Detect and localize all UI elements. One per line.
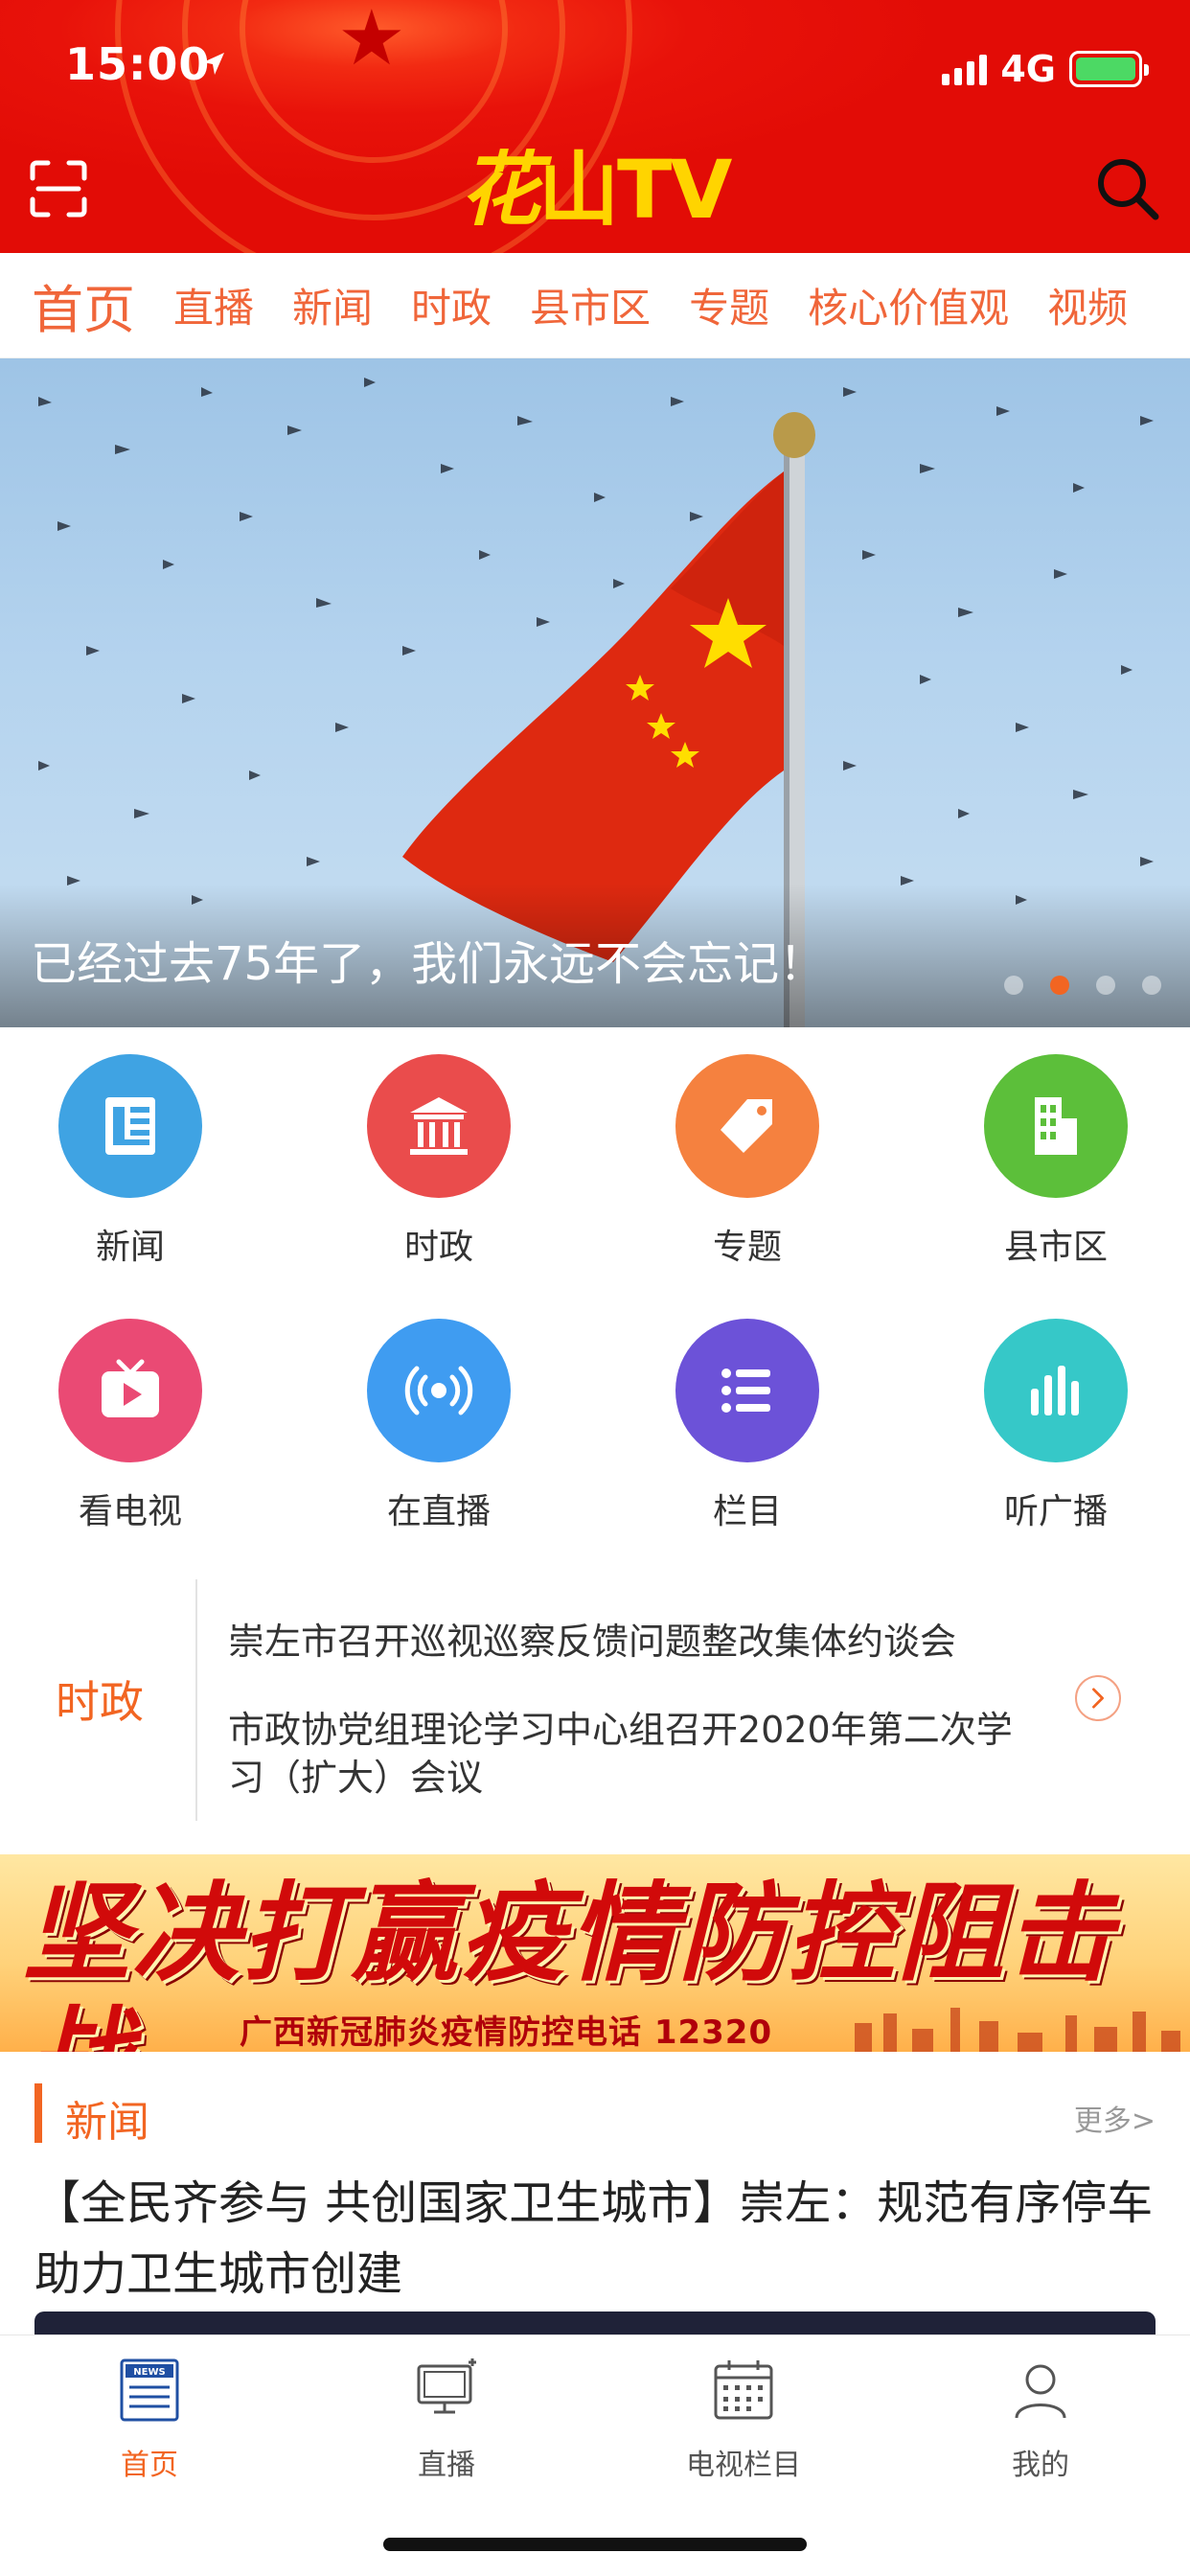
bottom-tab-live[interactable]: 直播 — [332, 2357, 561, 2483]
section-accent-bar — [34, 2083, 42, 2143]
tab-topics[interactable]: 专题 — [689, 276, 769, 334]
building-icon — [984, 1054, 1128, 1198]
hero-banner[interactable]: 已经过去75年了，我们永远不会忘记！ — [0, 358, 1190, 1027]
broadcast-icon — [367, 1319, 511, 1462]
grid-item-counties[interactable]: 县市区 — [960, 1054, 1152, 1269]
news-section-header: 新闻 更多> — [0, 2080, 1190, 2147]
city-skyline-image — [855, 2008, 1180, 2052]
signal-icon — [942, 53, 988, 85]
ticker-headline[interactable]: 市政协党组理论学习中心组召开2020年第二次学习（扩大）会议 — [228, 1706, 1019, 1802]
tab-live[interactable]: 直播 — [173, 276, 254, 334]
epidemic-banner-subtitle: 广西新冠肺炎疫情防控电话 12320 — [240, 2013, 773, 2052]
grid-item-topics[interactable]: 专题 — [652, 1054, 843, 1269]
grid-label: 听广播 — [1003, 1492, 1108, 1531]
grid-label: 时政 — [403, 1228, 473, 1267]
grid-item-news[interactable]: 新闻 — [34, 1054, 226, 1269]
ticker-headline[interactable]: 崇左市召开巡视巡察反馈问题整改集体约谈会 — [228, 1618, 1019, 1666]
monitor-icon — [417, 2358, 476, 2414]
government-icon — [367, 1054, 511, 1198]
pagination-dot[interactable] — [1004, 976, 1023, 995]
location-arrow-icon — [203, 53, 224, 75]
tab-core-values[interactable]: 核心价值观 — [808, 276, 1009, 334]
politics-ticker[interactable]: 时政 崇左市召开巡视巡察反馈问题整改集体约谈会 市政协党组理论学习中心组召开20… — [0, 1572, 1190, 1821]
bars-icon — [984, 1319, 1128, 1462]
tab-home[interactable]: 首页 — [32, 267, 135, 343]
ticker-label: 时政 — [56, 1676, 144, 1728]
channel-tabs: 首页 直播 新闻 时政 县市区 专题 核心价值观 视频 — [0, 253, 1190, 358]
pagination-dot-active[interactable] — [1050, 976, 1069, 995]
bottom-tab-label: 直播 — [418, 2449, 475, 2482]
grid-label: 专题 — [712, 1228, 782, 1267]
home-indicator[interactable] — [383, 2538, 807, 2551]
app-header: ★ 15:00 4G 花山TV — [0, 0, 1190, 253]
scan-icon[interactable] — [29, 159, 88, 218]
tv-icon — [58, 1319, 202, 1462]
user-icon — [1015, 2364, 1066, 2419]
chevron-right-icon[interactable] — [1075, 1675, 1121, 1721]
news-icon — [58, 1054, 202, 1198]
search-icon[interactable] — [1094, 155, 1161, 222]
logo-part1: 花 — [460, 143, 540, 237]
status-indicators: 4G — [942, 48, 1149, 90]
grid-item-columns[interactable]: 栏目 — [652, 1319, 843, 1533]
status-time: 15:00 — [65, 38, 211, 90]
grid-label: 看电视 — [78, 1492, 182, 1531]
bottom-tab-label: 电视栏目 — [686, 2449, 801, 2482]
grid-label: 新闻 — [95, 1228, 165, 1267]
grid-label: 栏目 — [712, 1492, 782, 1531]
grid-item-live[interactable]: 在直播 — [343, 1319, 535, 1533]
list-icon — [675, 1319, 819, 1462]
grid-label: 在直播 — [386, 1492, 491, 1531]
calendar-icon — [714, 2360, 773, 2420]
ticker-divider — [195, 1579, 197, 1821]
star-emblem-icon: ★ — [337, 0, 406, 82]
tab-politics[interactable]: 时政 — [411, 276, 492, 334]
bottom-tab-label: 首页 — [121, 2449, 178, 2482]
news-headline[interactable]: 【全民齐参与 共创国家卫生城市】崇左：规范有序停车 助力卫生城市创建 — [34, 2168, 1165, 2310]
pagination-dot[interactable] — [1096, 976, 1115, 995]
network-type: 4G — [1000, 48, 1056, 90]
logo-part2: 山TV — [538, 143, 732, 237]
banner-pagination[interactable] — [1004, 976, 1161, 995]
more-link[interactable]: 更多> — [1074, 2097, 1156, 2139]
bottom-tab-label: 我的 — [1012, 2449, 1069, 2482]
quick-entry-grid: 新闻 时政 专题 县市区 看电视 在直播 栏目 听广播 — [0, 1054, 1190, 1572]
tab-counties[interactable]: 县市区 — [530, 276, 651, 334]
bottom-tab-home[interactable]: NEWS 首页 — [34, 2357, 264, 2483]
bottom-tab-tv-columns[interactable]: 电视栏目 — [629, 2357, 858, 2483]
pagination-dot[interactable] — [1142, 976, 1161, 995]
tab-video[interactable]: 视频 — [1047, 276, 1128, 334]
svg-text:NEWS: NEWS — [133, 2367, 165, 2378]
tag-icon — [675, 1054, 819, 1198]
battery-icon — [1069, 51, 1149, 87]
grid-label: 县市区 — [1003, 1228, 1108, 1267]
app-logo: 花山TV — [460, 142, 732, 238]
grid-item-radio[interactable]: 听广播 — [960, 1319, 1152, 1533]
news-section-title: 新闻 — [65, 2098, 149, 2147]
grid-item-watch-tv[interactable]: 看电视 — [34, 1319, 226, 1533]
epidemic-banner[interactable]: 坚决打赢疫情防控阻击战 广西新冠肺炎疫情防控电话 12320 — [0, 1854, 1190, 2052]
tab-news[interactable]: 新闻 — [292, 276, 373, 334]
bottom-tab-me[interactable]: 我的 — [926, 2357, 1156, 2483]
grid-item-politics[interactable]: 时政 — [343, 1054, 535, 1269]
banner-caption: 已经过去75年了，我们永远不会忘记！ — [31, 937, 826, 991]
news-icon: NEWS — [120, 2358, 179, 2422]
